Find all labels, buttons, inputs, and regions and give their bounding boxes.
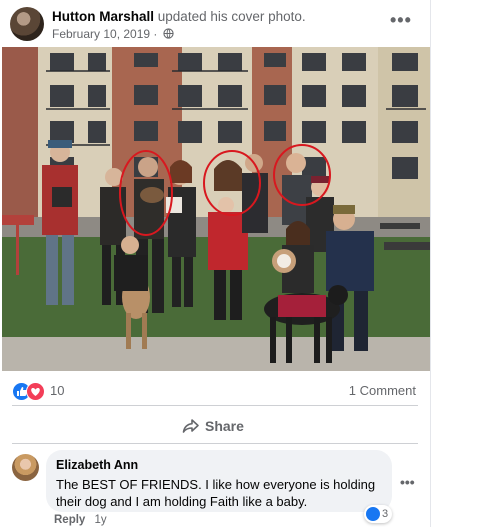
author-name[interactable]: Hutton Marshall — [52, 9, 154, 24]
comment-options-button[interactable]: ••• — [400, 474, 415, 490]
author-avatar[interactable] — [10, 7, 44, 41]
post-date[interactable]: February 10, 2019 · — [52, 27, 157, 41]
reply-link[interactable]: Reply — [54, 514, 85, 526]
share-button[interactable]: Share — [180, 416, 260, 438]
comment-author[interactable]: Elizabeth Ann — [56, 458, 138, 472]
reaction-count: 10 — [50, 383, 65, 398]
divider — [12, 405, 418, 406]
comment-actions: Reply 1y — [54, 514, 107, 526]
comment-count-link[interactable]: 1 Comment — [349, 383, 416, 398]
cover-photo[interactable] — [2, 47, 430, 371]
love-reaction-icon — [26, 382, 45, 401]
post-action-text: updated his cover photo. — [157, 9, 306, 24]
globe-icon — [163, 28, 174, 39]
divider — [12, 443, 418, 444]
post-card: Hutton Marshall updated his cover photo.… — [0, 0, 431, 527]
share-icon — [182, 419, 199, 433]
post-meta: February 10, 2019 · — [52, 27, 174, 41]
post-options-button[interactable]: ••• — [390, 10, 412, 31]
like-reaction-icon — [366, 507, 380, 521]
comment-reaction-count: 3 — [382, 508, 389, 520]
comment-bubble: Elizabeth Ann The BEST OF FRIENDS. I lik… — [46, 450, 392, 512]
comment-time[interactable]: 1y — [95, 514, 107, 526]
post-header: Hutton Marshall updated his cover photo. — [52, 9, 306, 24]
share-label: Share — [205, 418, 244, 434]
comment-text: The BEST OF FRIENDS. I like how everyone… — [56, 477, 376, 509]
commenter-avatar[interactable] — [12, 454, 39, 481]
comment-reaction-badge[interactable]: 3 — [364, 505, 392, 523]
group-photo-illustration — [2, 47, 430, 371]
